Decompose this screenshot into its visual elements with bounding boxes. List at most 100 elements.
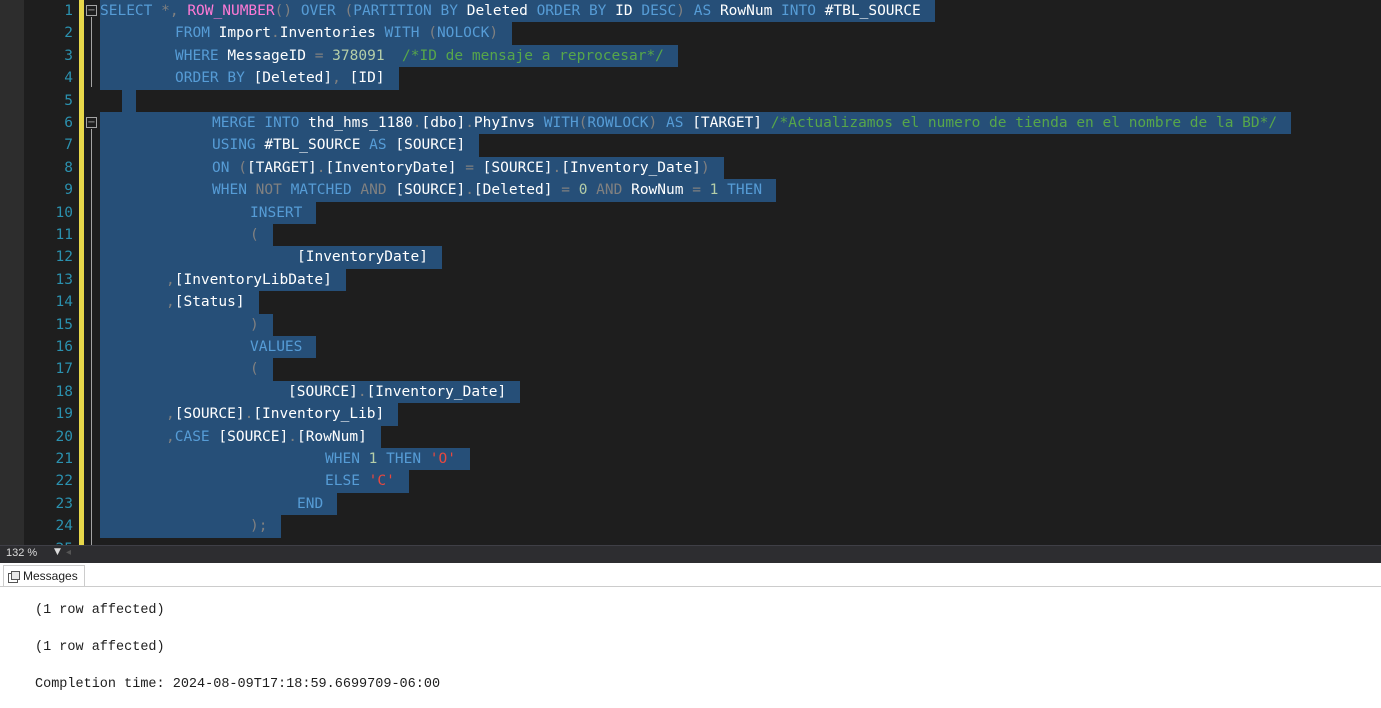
code-text: [InventoryDate] bbox=[100, 246, 442, 269]
fold-guide-1 bbox=[91, 17, 92, 87]
code-token: . bbox=[465, 182, 474, 199]
code-token: CASE bbox=[174, 428, 219, 445]
code-line: 6 − MERGE INTO thd_hms_1180.[dbo].PhyInvs … bbox=[0, 112, 1381, 135]
code-token: [TARGET] bbox=[692, 115, 771, 131]
change-marker bbox=[79, 44, 84, 68]
code-text: ( bbox=[100, 358, 273, 381]
code-text: WHEN 1 THEN 'O' bbox=[100, 448, 470, 471]
change-marker bbox=[79, 112, 84, 135]
change-marker bbox=[79, 403, 84, 426]
line-number: 17 bbox=[55, 361, 73, 378]
code-token: MERGE INTO bbox=[212, 115, 309, 131]
code-token: . bbox=[271, 25, 280, 42]
line-number: 22 bbox=[55, 473, 73, 490]
change-marker bbox=[79, 268, 84, 292]
line-number: 4 bbox=[64, 70, 73, 87]
change-marker bbox=[79, 224, 84, 247]
code-line: 13 ,[InventoryLibDate] bbox=[0, 268, 1381, 292]
code-line: 8 ON ([TARGET].[InventoryDate] = [SOURCE]… bbox=[0, 156, 1381, 180]
line-number: 3 bbox=[64, 47, 73, 64]
code-token: PhyInvs bbox=[473, 115, 544, 131]
change-marker bbox=[79, 425, 84, 448]
code-token: ( bbox=[428, 25, 437, 42]
code-token: ) bbox=[489, 25, 499, 42]
code-token: OVER bbox=[300, 3, 345, 19]
code-token: Import bbox=[218, 25, 272, 42]
code-text: ON ([TARGET].[InventoryDate] = [SOURCE].… bbox=[100, 156, 724, 180]
code-token: = bbox=[561, 182, 579, 199]
code-token: WHEN bbox=[212, 182, 256, 199]
code-token: VALUES bbox=[250, 339, 303, 355]
sql-editor[interactable]: 1− SELECT *, ROW_NUMBER() OVER (PARTITION… bbox=[0, 0, 1381, 545]
code-token: AS bbox=[693, 3, 720, 19]
code-token: [SOURCE] bbox=[218, 428, 289, 445]
code-token: . bbox=[316, 159, 326, 176]
change-marker bbox=[79, 470, 84, 493]
collapse-icon[interactable]: − bbox=[86, 5, 97, 16]
line-number: 11 bbox=[55, 227, 73, 243]
code-token: ) bbox=[700, 159, 710, 176]
code-token: [Deleted] bbox=[473, 182, 562, 199]
line-number: 18 bbox=[55, 383, 73, 400]
code-token: #TBL_SOURCE bbox=[264, 137, 370, 154]
code-token: 'C' bbox=[368, 473, 395, 490]
code-token: () bbox=[274, 3, 301, 19]
code-token: . bbox=[552, 159, 562, 176]
code-token: , bbox=[166, 294, 175, 311]
code-line: 9 WHEN NOT MATCHED AND [SOURCE].[Deleted]… bbox=[0, 179, 1381, 202]
change-marker bbox=[79, 492, 84, 516]
code-token: ) bbox=[676, 3, 694, 19]
code-token: WHEN bbox=[325, 451, 369, 467]
zoom-dropdown-icon[interactable]: ▼ bbox=[54, 547, 61, 557]
code-token: /*Actualizamos el numero de tienda en el… bbox=[770, 115, 1278, 131]
code-token: FROM bbox=[175, 25, 219, 42]
code-line: 17 ( bbox=[0, 358, 1381, 381]
line-number: 15 bbox=[55, 316, 73, 333]
change-marker bbox=[79, 134, 84, 157]
code-token: ) bbox=[250, 316, 259, 333]
code-token: [Status] bbox=[174, 294, 245, 311]
code-token: . bbox=[244, 406, 254, 423]
code-text: INSERT bbox=[100, 201, 317, 224]
line-number: 9 bbox=[64, 182, 73, 199]
line-number: 20 bbox=[55, 428, 73, 445]
code-line: 23 END bbox=[0, 492, 1381, 516]
code-token: AS bbox=[369, 137, 396, 154]
code-line: 24); bbox=[0, 515, 1381, 538]
code-token: 1 bbox=[709, 182, 728, 199]
code-text: ); bbox=[100, 515, 282, 538]
fold-guide-2 bbox=[91, 129, 92, 545]
scroll-left-icon[interactable]: ◂ bbox=[66, 547, 71, 558]
code-token: , bbox=[166, 406, 175, 423]
code-token: = bbox=[465, 159, 483, 176]
line-number: 21 bbox=[55, 451, 73, 467]
code-token: RowNum bbox=[631, 182, 693, 199]
code-text: ) bbox=[100, 313, 273, 336]
change-marker bbox=[79, 358, 84, 381]
code-token: ORDER BY bbox=[175, 70, 254, 87]
change-marker bbox=[79, 291, 84, 314]
code-token: thd_hms_1180 bbox=[308, 115, 413, 131]
code-text: END bbox=[100, 492, 338, 516]
change-marker bbox=[79, 156, 84, 180]
line-number: 16 bbox=[55, 339, 73, 355]
change-marker bbox=[79, 89, 84, 112]
code-token: 0 bbox=[578, 182, 597, 199]
line-number: 8 bbox=[64, 159, 73, 176]
code-token: Deleted bbox=[466, 3, 537, 19]
code-line: 12 [InventoryDate] bbox=[0, 246, 1381, 269]
zoom-level[interactable]: 132 % bbox=[6, 547, 37, 559]
code-token: ROWLOCK bbox=[587, 115, 649, 131]
code-line: 18 [SOURCE].[Inventory_Date] bbox=[0, 380, 1381, 404]
code-token: . bbox=[357, 383, 367, 400]
code-token: 1 bbox=[368, 451, 387, 467]
code-token: ELSE bbox=[325, 473, 369, 490]
tab-messages[interactable]: Messages bbox=[3, 565, 85, 586]
code-token: PARTITION BY bbox=[353, 3, 467, 19]
collapse-icon[interactable]: − bbox=[86, 117, 97, 128]
code-token: , bbox=[166, 271, 175, 288]
code-line: 20 ,CASE [SOURCE].[RowNum] bbox=[0, 425, 1381, 448]
line-number: 24 bbox=[55, 518, 73, 535]
change-marker bbox=[79, 67, 84, 90]
code-line: 1 − SELECT *, ROW_NUMBER() OVER (PARTITION… bbox=[0, 0, 1381, 23]
